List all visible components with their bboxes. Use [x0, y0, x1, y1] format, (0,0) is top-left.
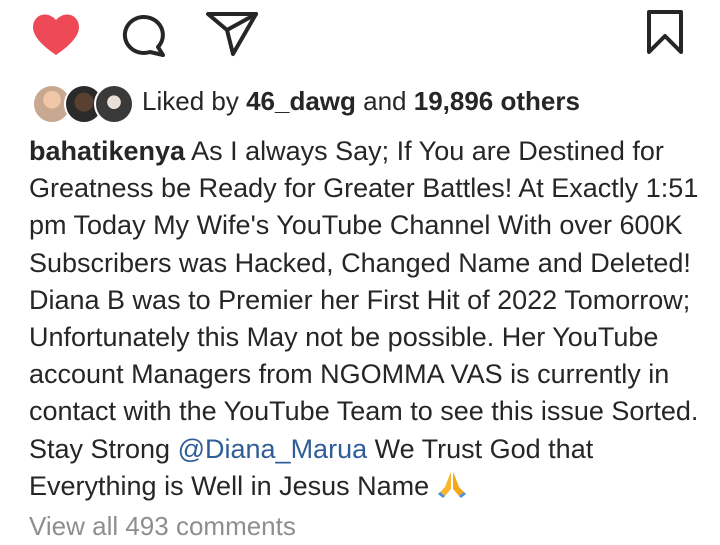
- liker-username-link[interactable]: 46_dawg: [246, 86, 356, 116]
- likes-prefix: Liked by: [142, 86, 247, 116]
- post-action-bar: [0, 0, 720, 70]
- likes-others-link[interactable]: 19,896 others: [414, 86, 580, 116]
- mention-link[interactable]: @Diana_Marua: [178, 434, 368, 464]
- post-caption: bahatikenya As I always Say; If You are …: [29, 133, 709, 505]
- avatar: [94, 84, 134, 124]
- send-icon[interactable]: [205, 8, 259, 58]
- view-all-comments-link[interactable]: View all 493 comments: [29, 510, 296, 542]
- folded-hands-icon: [437, 470, 467, 498]
- likes-summary: Liked by 46_dawg and 19,896 others: [30, 80, 710, 124]
- likes-text: Liked by 46_dawg and 19,896 others: [142, 86, 580, 116]
- bookmark-icon[interactable]: [642, 8, 688, 56]
- caption-username-link[interactable]: bahatikenya: [29, 136, 185, 166]
- likes-joiner: and: [355, 86, 414, 116]
- caption-text: As I always Say; If You are Destined for…: [29, 136, 699, 464]
- comment-icon[interactable]: [118, 10, 170, 58]
- liker-avatars[interactable]: [30, 80, 134, 124]
- heart-filled-icon[interactable]: [30, 10, 82, 58]
